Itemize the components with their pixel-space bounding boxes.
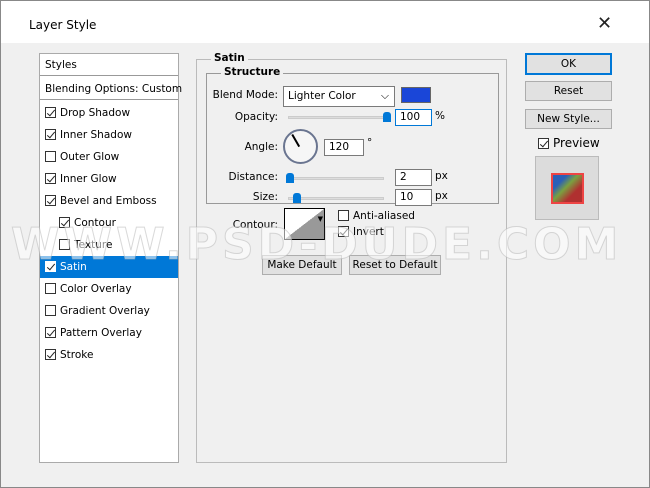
layer-style-dialog: Layer Style ✕ Styles Blending Options: C… xyxy=(0,0,650,488)
style-item-color-overlay[interactable]: Color Overlay xyxy=(40,278,178,300)
checkbox[interactable] xyxy=(45,283,56,294)
style-item-inner-shadow[interactable]: Inner Shadow xyxy=(40,124,178,146)
style-item-stroke[interactable]: Stroke xyxy=(40,344,178,366)
blend-mode-label: Blend Mode: xyxy=(212,89,278,101)
dialog-title: Layer Style xyxy=(29,18,97,32)
invert-checkbox[interactable]: Invert xyxy=(338,226,384,238)
distance-label: Distance: xyxy=(228,171,278,183)
blend-mode-select[interactable]: Lighter Color ⌵ xyxy=(283,86,395,107)
reset-button[interactable]: Reset xyxy=(525,81,612,101)
distance-input[interactable]: 2 xyxy=(395,169,432,186)
checkbox[interactable] xyxy=(45,151,56,162)
reset-to-default-button[interactable]: Reset to Default xyxy=(349,255,441,275)
style-item-bevel-and-emboss[interactable]: Bevel and Emboss xyxy=(40,190,178,212)
contour-label: Contour: xyxy=(232,219,278,231)
size-label: Size: xyxy=(252,191,278,203)
checkbox[interactable] xyxy=(59,239,70,250)
structure-label: Structure xyxy=(221,66,284,78)
styles-header[interactable]: Styles xyxy=(40,54,178,76)
opacity-slider[interactable] xyxy=(288,116,384,119)
satin-group-label: Satin xyxy=(211,52,248,64)
title-bar: Layer Style ✕ xyxy=(1,1,649,43)
opacity-unit: % xyxy=(435,110,445,122)
preview-image xyxy=(551,173,584,204)
angle-dial[interactable] xyxy=(283,129,318,164)
checkbox[interactable] xyxy=(45,173,56,184)
make-default-button[interactable]: Make Default xyxy=(262,255,342,275)
style-item-label: Outer Glow xyxy=(60,151,120,163)
checkbox[interactable] xyxy=(45,261,56,272)
size-slider-thumb[interactable] xyxy=(293,193,301,203)
style-item-drop-shadow[interactable]: Drop Shadow xyxy=(40,102,178,124)
chevron-down-icon: ⌵ xyxy=(381,90,389,102)
angle-needle xyxy=(291,134,300,148)
size-slider[interactable] xyxy=(288,197,384,200)
style-item-pattern-overlay[interactable]: Pattern Overlay xyxy=(40,322,178,344)
opacity-input[interactable]: 100 xyxy=(395,109,432,126)
styles-list: Styles Blending Options: Custom Drop Sha… xyxy=(39,53,182,463)
close-icon[interactable]: ✕ xyxy=(597,13,612,34)
new-style-button[interactable]: New Style... xyxy=(525,109,612,129)
checkbox[interactable] xyxy=(45,327,56,338)
checkbox[interactable] xyxy=(45,107,56,118)
angle-label: Angle: xyxy=(244,141,278,153)
style-item-label: Gradient Overlay xyxy=(60,305,150,317)
style-item-gradient-overlay[interactable]: Gradient Overlay xyxy=(40,300,178,322)
style-item-outer-glow[interactable]: Outer Glow xyxy=(40,146,178,168)
size-input[interactable]: 10 xyxy=(395,189,432,206)
opacity-label: Opacity: xyxy=(234,111,278,123)
style-item-inner-glow[interactable]: Inner Glow xyxy=(40,168,178,190)
style-item-label: Stroke xyxy=(60,349,94,361)
style-item-label: Bevel and Emboss xyxy=(60,195,157,207)
checkbox[interactable] xyxy=(45,305,56,316)
invert-label: Invert xyxy=(353,226,384,238)
preview-thumbnail xyxy=(535,156,599,220)
preview-label: Preview xyxy=(553,136,600,150)
style-item-label: Satin xyxy=(60,261,87,273)
opacity-slider-thumb[interactable] xyxy=(383,112,391,122)
contour-picker[interactable]: ▼ xyxy=(284,208,325,240)
anti-aliased-label: Anti-aliased xyxy=(353,210,415,222)
preview-checkbox[interactable]: Preview xyxy=(538,136,600,150)
style-item-label: Texture xyxy=(74,239,113,251)
angle-input[interactable]: 120 xyxy=(324,139,364,156)
anti-aliased-checkbox[interactable]: Anti-aliased xyxy=(338,210,415,222)
distance-slider[interactable] xyxy=(288,177,384,180)
ok-button[interactable]: OK xyxy=(525,53,612,75)
blending-options[interactable]: Blending Options: Custom xyxy=(40,78,182,100)
style-item-label: Inner Shadow xyxy=(60,129,132,141)
distance-unit: px xyxy=(435,170,448,182)
style-item-label: Pattern Overlay xyxy=(60,327,142,339)
style-item-label: Drop Shadow xyxy=(60,107,131,119)
checkbox[interactable] xyxy=(45,349,56,360)
style-item-texture[interactable]: Texture xyxy=(40,234,178,256)
angle-unit: ° xyxy=(367,137,373,149)
style-item-label: Contour xyxy=(74,217,116,229)
caret-down-icon: ▼ xyxy=(317,215,323,223)
style-item-satin[interactable]: Satin xyxy=(40,256,178,278)
checkbox[interactable] xyxy=(45,129,56,140)
style-item-contour[interactable]: Contour xyxy=(40,212,178,234)
distance-slider-thumb[interactable] xyxy=(286,173,294,183)
checkbox[interactable] xyxy=(45,195,56,206)
satin-color-swatch[interactable] xyxy=(401,87,431,103)
blend-mode-value: Lighter Color xyxy=(288,90,356,102)
size-unit: px xyxy=(435,190,448,202)
checkbox[interactable] xyxy=(59,217,70,228)
style-item-label: Inner Glow xyxy=(60,173,117,185)
style-item-label: Color Overlay xyxy=(60,283,132,295)
